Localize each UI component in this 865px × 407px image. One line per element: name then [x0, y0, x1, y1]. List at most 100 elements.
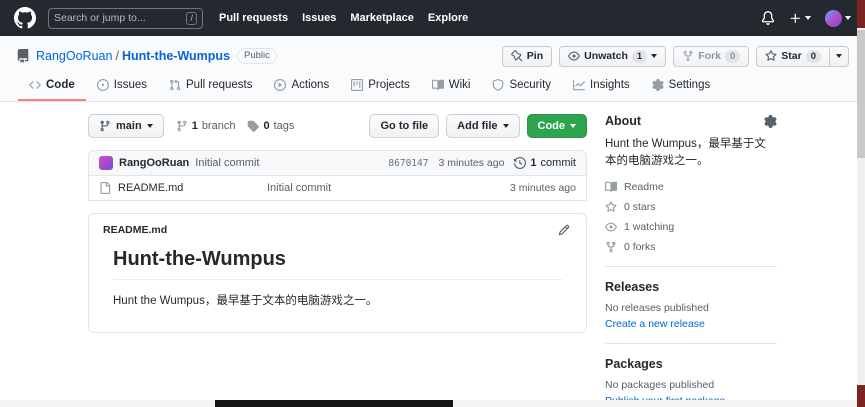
caret-down-icon — [651, 54, 658, 58]
fork-button[interactable]: Fork 0 — [673, 45, 750, 67]
commit-count-number: 1 — [530, 157, 537, 169]
commit-count-word: commit — [540, 157, 576, 169]
notifications-bell-icon[interactable] — [761, 11, 775, 25]
header-right-cluster — [761, 9, 851, 27]
user-menu[interactable] — [825, 9, 851, 27]
star-button[interactable]: Star 0 — [756, 45, 830, 67]
branch-toolbar: main 1 branch 0 tags Go to file Add file — [88, 114, 587, 138]
nav-pull-requests[interactable]: Pull requests — [219, 12, 288, 24]
repo-owner-link[interactable]: RangOoRuan — [36, 49, 112, 63]
tag-count: 0 — [263, 120, 270, 132]
code-download-button[interactable]: Code — [526, 114, 587, 138]
fork-icon — [605, 241, 617, 253]
branch-count: 1 — [191, 120, 198, 132]
nav-explore[interactable]: Explore — [428, 12, 468, 24]
tab-issues[interactable]: Issues — [86, 72, 158, 101]
unwatch-button[interactable]: Unwatch 1 — [559, 45, 667, 67]
search-input[interactable] — [54, 12, 187, 24]
create-new-menu[interactable] — [789, 12, 811, 25]
star-button-group: Star 0 — [756, 45, 849, 67]
global-search[interactable]: / — [48, 7, 203, 29]
readme-stat-link[interactable]: Readme — [605, 181, 777, 193]
tags-link[interactable]: 0 tags — [247, 120, 294, 132]
play-circle-icon — [274, 79, 286, 91]
forks-stat-link[interactable]: 0 forks — [605, 241, 777, 253]
caret-down-icon — [836, 54, 842, 58]
add-file-button[interactable]: Add file — [446, 114, 520, 138]
commit-author-link[interactable]: RangOoRuan — [119, 157, 189, 169]
tab-code[interactable]: Code — [18, 72, 86, 101]
tab-insights[interactable]: Insights — [562, 72, 641, 101]
star-icon — [605, 201, 617, 213]
book-icon — [605, 181, 617, 193]
scrollbar-up-button[interactable] — [857, 0, 865, 28]
caret-down-icon — [146, 124, 153, 128]
stars-stat-link[interactable]: 0 stars — [605, 201, 777, 213]
branches-link[interactable]: 1 branch — [176, 120, 235, 132]
watching-stat-link[interactable]: 1 watching — [605, 221, 777, 233]
repo-title: RangOoRuan / Hunt-the-Wumpus — [36, 49, 230, 63]
scrollbar-down-button[interactable] — [857, 385, 865, 407]
code-button-label: Code — [537, 120, 566, 132]
forks-count-badge: 0 — [724, 49, 741, 63]
tab-wiki[interactable]: Wiki — [421, 72, 482, 101]
pin-button[interactable]: Pin — [501, 45, 553, 67]
file-row[interactable]: README.md Initial commit 3 minutes ago — [88, 176, 587, 201]
tab-label: Projects — [368, 79, 410, 91]
pencil-icon — [558, 224, 570, 236]
tab-security[interactable]: Security — [481, 72, 562, 101]
repo-sidebar: About Hunt the Wumpus，最早基于文本的电脑游戏之一。 Rea… — [605, 114, 777, 407]
eye-icon — [568, 50, 580, 62]
edit-readme-button[interactable] — [556, 222, 572, 238]
branch-icon — [99, 120, 111, 132]
edit-about-button[interactable] — [764, 115, 777, 128]
vertical-scrollbar[interactable] — [857, 0, 865, 407]
readme-card: README.md Hunt-the-Wumpus Hunt the Wumpu… — [88, 213, 587, 334]
vertical-scrollbar-thumb[interactable] — [857, 30, 865, 158]
tab-settings[interactable]: Settings — [641, 72, 722, 101]
toolbar-right: Go to file Add file Code — [369, 114, 587, 138]
tab-actions[interactable]: Actions — [263, 72, 340, 101]
pull-request-icon — [169, 79, 181, 91]
current-branch-label: main — [116, 120, 142, 132]
tab-projects[interactable]: Projects — [340, 72, 421, 101]
create-release-link[interactable]: Create a new release — [605, 318, 705, 330]
slash-shortcut-hint: / — [186, 11, 197, 25]
commit-hash-link[interactable]: 8670147 — [388, 158, 428, 169]
file-commit-message-link[interactable]: Initial commit — [267, 182, 510, 194]
tab-label: Insights — [590, 79, 630, 91]
repo-title-separator: / — [115, 49, 119, 63]
caret-down-icon — [845, 16, 851, 20]
commit-author-avatar[interactable] — [99, 156, 113, 170]
project-board-icon — [351, 79, 363, 91]
commit-history-link[interactable]: 1 commit — [514, 157, 576, 169]
tab-label: Code — [46, 79, 75, 91]
star-menu-button[interactable] — [830, 45, 849, 67]
branch-selector[interactable]: main — [88, 114, 164, 138]
file-name-cell: README.md — [99, 182, 267, 194]
file-name-link[interactable]: README.md — [118, 182, 183, 194]
repo-header: RangOoRuan / Hunt-the-Wumpus Public Pin … — [0, 36, 865, 102]
watchers-count-badge: 1 — [631, 49, 648, 63]
nav-marketplace[interactable]: Marketplace — [350, 12, 414, 24]
readme-filename: README.md — [103, 224, 168, 236]
stat-label: 1 watching — [624, 220, 675, 233]
code-icon — [29, 79, 41, 91]
packages-title: Packages — [605, 356, 663, 371]
horizontal-scrollbar-thumb[interactable] — [215, 400, 453, 407]
repo-name-link[interactable]: Hunt-the-Wumpus — [122, 49, 230, 63]
tab-label: Settings — [668, 79, 711, 91]
horizontal-scrollbar[interactable] — [0, 400, 857, 407]
latest-commit-bar: RangOoRuan Initial commit 8670147 3 minu… — [88, 150, 587, 176]
commit-time: 3 minutes ago — [438, 157, 505, 169]
go-to-file-button[interactable]: Go to file — [369, 114, 440, 138]
stat-label: 0 stars — [624, 200, 656, 213]
header-nav: Pull requests Issues Marketplace Explore — [219, 12, 468, 24]
gear-icon — [764, 115, 777, 128]
commit-message-link[interactable]: Initial commit — [195, 157, 259, 169]
nav-issues[interactable]: Issues — [302, 12, 336, 24]
tab-pull-requests[interactable]: Pull requests — [158, 72, 263, 101]
github-logo-icon[interactable] — [14, 7, 36, 29]
releases-title: Releases — [605, 279, 660, 294]
about-title: About — [605, 114, 642, 128]
